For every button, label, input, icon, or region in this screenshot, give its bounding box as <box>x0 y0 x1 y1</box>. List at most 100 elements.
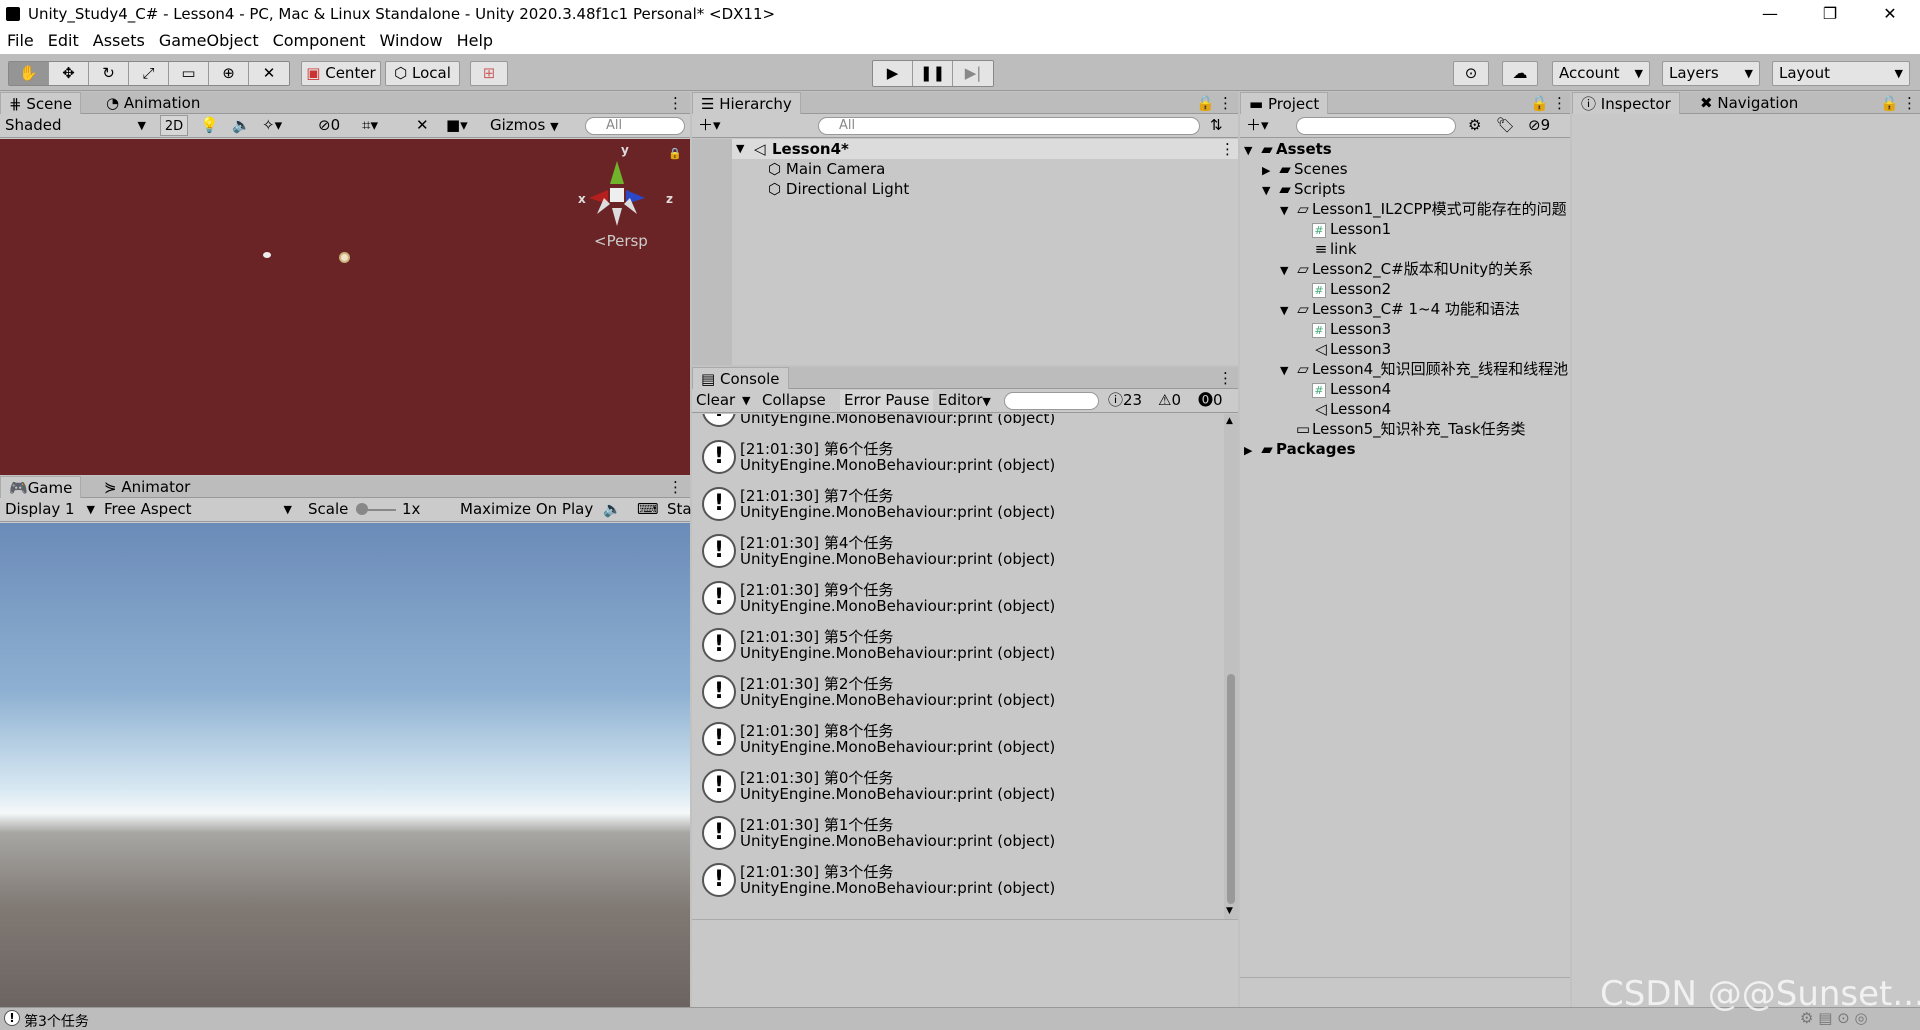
search-by-label-icon[interactable]: 🏷 <box>1496 115 1515 136</box>
transform-tool-icon[interactable]: ⊕ <box>209 62 249 85</box>
scale-tool-icon[interactable]: ⤢ <box>129 62 169 85</box>
close-button[interactable]: ✕ <box>1860 0 1920 27</box>
effects-icon[interactable]: ✧▾ <box>262 115 282 136</box>
clear-options-icon[interactable]: ▼ <box>742 390 750 411</box>
project-item[interactable]: ▶ ▰ Scenes <box>1262 159 1348 179</box>
editor-dropdown[interactable]: Editor▼ <box>938 390 991 411</box>
console-scrollbar[interactable]: ▲ ▼ <box>1224 414 1238 919</box>
project-item[interactable]: ▭ Lesson5_知识补充_Task任务类 <box>1280 419 1526 439</box>
hierarchy-search-input[interactable]: All <box>818 117 1200 135</box>
collapse-toggle[interactable]: Collapse <box>762 390 826 411</box>
tools-icon[interactable]: ✕ <box>416 115 429 136</box>
tab-project[interactable]: ▬ Project <box>1240 92 1329 114</box>
rotate-tool-icon[interactable]: ↻ <box>89 62 129 85</box>
expand-arrow-icon[interactable]: ▼ <box>1280 201 1294 221</box>
log-entry[interactable]: ! [21:01:30] 第4个任务 UnityEngine.MonoBehavio… <box>692 528 1224 575</box>
project-item[interactable]: # Lesson2 <box>1298 279 1391 299</box>
hidden-packages-icon[interactable]: ⊘9 <box>1528 115 1550 136</box>
hand-tool-icon[interactable]: ✋ <box>9 62 49 85</box>
tab-scene[interactable]: ⋕ Scene <box>0 92 82 114</box>
scroll-up-icon[interactable]: ▲ <box>1226 416 1233 426</box>
menu-component[interactable]: Component <box>266 31 373 50</box>
log-entry[interactable]: ! [21:01:30] 第9个任务 UnityEngine.MonoBehavio… <box>692 575 1224 622</box>
clear-button[interactable]: Clear <box>696 390 735 411</box>
console-log-list[interactable]: ! UnityEngine.MonoBehaviour:print (objec… <box>692 414 1224 919</box>
light-gizmo-icon[interactable] <box>339 252 350 263</box>
tab-navigation[interactable]: ✖ Navigation <box>1692 92 1806 114</box>
play-icon[interactable]: ▶ <box>873 61 913 86</box>
camera-icon[interactable]: ■▾ <box>446 115 468 136</box>
hierarchy-filter-icon[interactable]: ⇅ <box>1210 115 1223 136</box>
project-item[interactable]: ▼ ▰ Assets <box>1244 139 1332 159</box>
error-filter-toggle[interactable]: ⓿0 <box>1198 390 1223 411</box>
menu-edit[interactable]: Edit <box>41 31 86 50</box>
log-entry[interactable]: ! [21:01:30] 第8个任务 UnityEngine.MonoBehavio… <box>692 716 1224 763</box>
2d-toggle[interactable]: 2D <box>160 115 188 136</box>
project-item[interactable]: # Lesson1 <box>1298 219 1391 239</box>
expand-arrow-icon[interactable]: ▼ <box>736 139 744 159</box>
expand-arrow-icon[interactable]: ▼ <box>1280 301 1294 321</box>
project-item[interactable]: ▼ ▱ Lesson3_C# 1~4 功能和语法 <box>1280 299 1520 319</box>
log-filter-toggle[interactable]: ⓘ23 <box>1108 390 1142 411</box>
project-item[interactable]: # Lesson3 <box>1298 319 1391 339</box>
tab-animation[interactable]: ◔ Animation <box>98 92 208 114</box>
log-entry[interactable]: ! [21:01:30] 第1个任务 UnityEngine.MonoBehavio… <box>692 810 1224 857</box>
panel-menu-icon[interactable]: ⋮ <box>1210 92 1241 114</box>
project-item[interactable]: ▼ ▱ Lesson2_C#版本和Unity的关系 <box>1280 259 1533 279</box>
project-item[interactable]: ▼ ▱ Lesson1_IL2CPP模式可能存在的问题 <box>1280 199 1567 219</box>
collab-icon[interactable]: ⊙ <box>1453 61 1489 86</box>
expand-arrow-icon[interactable]: ▼ <box>1244 141 1258 161</box>
tab-animator[interactable]: ⋟ Animator <box>96 476 198 498</box>
log-entry[interactable]: ! [21:01:30] 第6个任务 UnityEngine.MonoBehavio… <box>692 434 1224 481</box>
menu-file[interactable]: File <box>0 31 41 50</box>
menu-window[interactable]: Window <box>372 31 449 50</box>
maximize-on-play-toggle[interactable]: Maximize On Play <box>460 499 593 520</box>
project-item[interactable]: ▼ ▱ Lesson4_知识回顾补充_线程和线程池 <box>1280 359 1568 379</box>
audio-icon[interactable]: 🔈 <box>232 115 251 136</box>
step-icon[interactable]: ▶| <box>953 61 993 86</box>
panel-menu-icon[interactable]: ⋮ <box>660 476 691 498</box>
project-item[interactable]: ▶ ▰ Packages <box>1244 439 1356 459</box>
slider-thumb[interactable] <box>356 503 368 515</box>
panel-menu-icon[interactable]: ⋮ <box>1544 92 1575 114</box>
custom-tool-icon[interactable]: ✕ <box>249 62 289 85</box>
lighting-icon[interactable]: 💡 <box>200 115 219 136</box>
cloud-icon[interactable]: ☁ <box>1502 61 1538 86</box>
account-dropdown[interactable]: Account ▼ <box>1552 61 1650 86</box>
restore-button[interactable]: ❐ <box>1800 0 1860 27</box>
tab-hierarchy[interactable]: ☰ Hierarchy <box>692 92 801 114</box>
aspect-dropdown[interactable]: Free Aspect ▼ <box>104 499 296 520</box>
scale-slider[interactable] <box>356 499 396 520</box>
mute-audio-icon[interactable]: 🔈 <box>603 499 622 520</box>
pivot-center-button[interactable]: ▣ Center <box>301 61 381 86</box>
pivot-local-button[interactable]: ⬡ Local <box>385 61 460 86</box>
project-item[interactable]: ▼ ▰ Scripts <box>1262 179 1345 199</box>
display-dropdown[interactable]: Display 1 ▼ <box>5 499 97 520</box>
scene-root-row[interactable]: ▼ ◁ Lesson4* ⋮ <box>732 139 1238 159</box>
tab-inspector[interactable]: ⓘ Inspector <box>1572 92 1680 114</box>
scene-viewport[interactable]: y x z 🔒 <Persp <box>0 139 690 475</box>
layers-dropdown[interactable]: Layers ▼ <box>1662 61 1760 86</box>
gizmos-dropdown[interactable]: Gizmos ▼ <box>490 115 575 136</box>
tab-game[interactable]: 🎮Game <box>0 476 82 498</box>
console-search-input[interactable] <box>1004 392 1099 410</box>
layout-dropdown[interactable]: Layout ▼ <box>1772 61 1910 86</box>
project-search-input[interactable] <box>1296 117 1456 135</box>
warning-filter-toggle[interactable]: ⚠0 <box>1158 390 1181 411</box>
scrollbar-thumb[interactable] <box>1227 674 1235 904</box>
project-item[interactable]: ◁ Lesson4 <box>1298 399 1391 419</box>
panel-menu-icon[interactable]: ⋮ <box>660 92 691 114</box>
hidden-objects-icon[interactable]: ⊘0 <box>318 115 340 136</box>
add-object-icon[interactable]: ＋▾ <box>698 115 721 136</box>
scene-search-input[interactable]: All <box>585 117 685 135</box>
panel-menu-icon[interactable]: ⋮ <box>1210 367 1241 389</box>
pause-icon[interactable]: ❚❚ <box>913 61 953 86</box>
log-entry[interactable]: ! [21:01:30] 第3个任务 UnityEngine.MonoBehavio… <box>692 857 1224 904</box>
menu-gameobject[interactable]: GameObject <box>152 31 266 50</box>
log-entry[interactable]: ! [21:01:30] 第5个任务 UnityEngine.MonoBehavio… <box>692 622 1224 669</box>
log-entry[interactable]: ! UnityEngine.MonoBehaviour:print (objec… <box>692 414 1224 434</box>
camera-gizmo-icon[interactable] <box>263 252 271 258</box>
move-tool-icon[interactable]: ✥ <box>49 62 89 85</box>
project-item[interactable]: # Lesson4 <box>1298 379 1391 399</box>
error-pause-toggle[interactable]: Error Pause <box>840 390 934 411</box>
